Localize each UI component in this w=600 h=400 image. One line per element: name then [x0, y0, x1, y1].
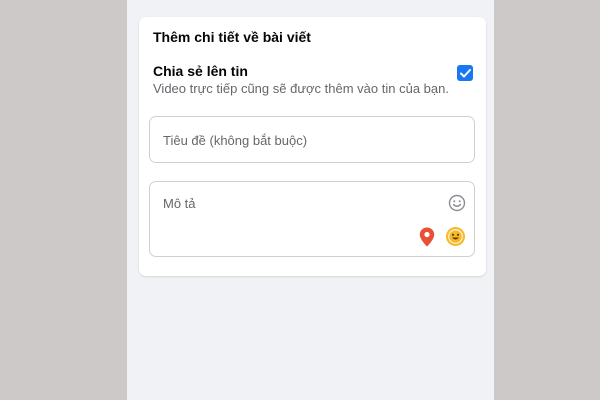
location-pin-icon[interactable] [419, 227, 435, 247]
app-panel: Thêm chi tiết về bài viết Chia sẻ lên ti… [127, 0, 494, 400]
post-details-card: Thêm chi tiết về bài viết Chia sẻ lên ti… [139, 17, 486, 276]
description-input[interactable] [163, 196, 433, 240]
title-field[interactable] [149, 116, 475, 163]
smiling-emoji-icon[interactable] [445, 226, 466, 247]
card-title: Thêm chi tiết về bài viết [153, 29, 311, 45]
title-input[interactable] [163, 132, 453, 148]
share-to-story-label: Chia sẻ lên tin [153, 63, 248, 79]
description-field[interactable] [149, 181, 475, 257]
share-to-story-description: Video trực tiếp cũng sẽ được thêm vào ti… [153, 81, 449, 96]
checkmark-icon [459, 68, 471, 77]
share-to-story-checkbox[interactable] [457, 65, 473, 81]
smile-outline-icon[interactable] [448, 194, 466, 212]
